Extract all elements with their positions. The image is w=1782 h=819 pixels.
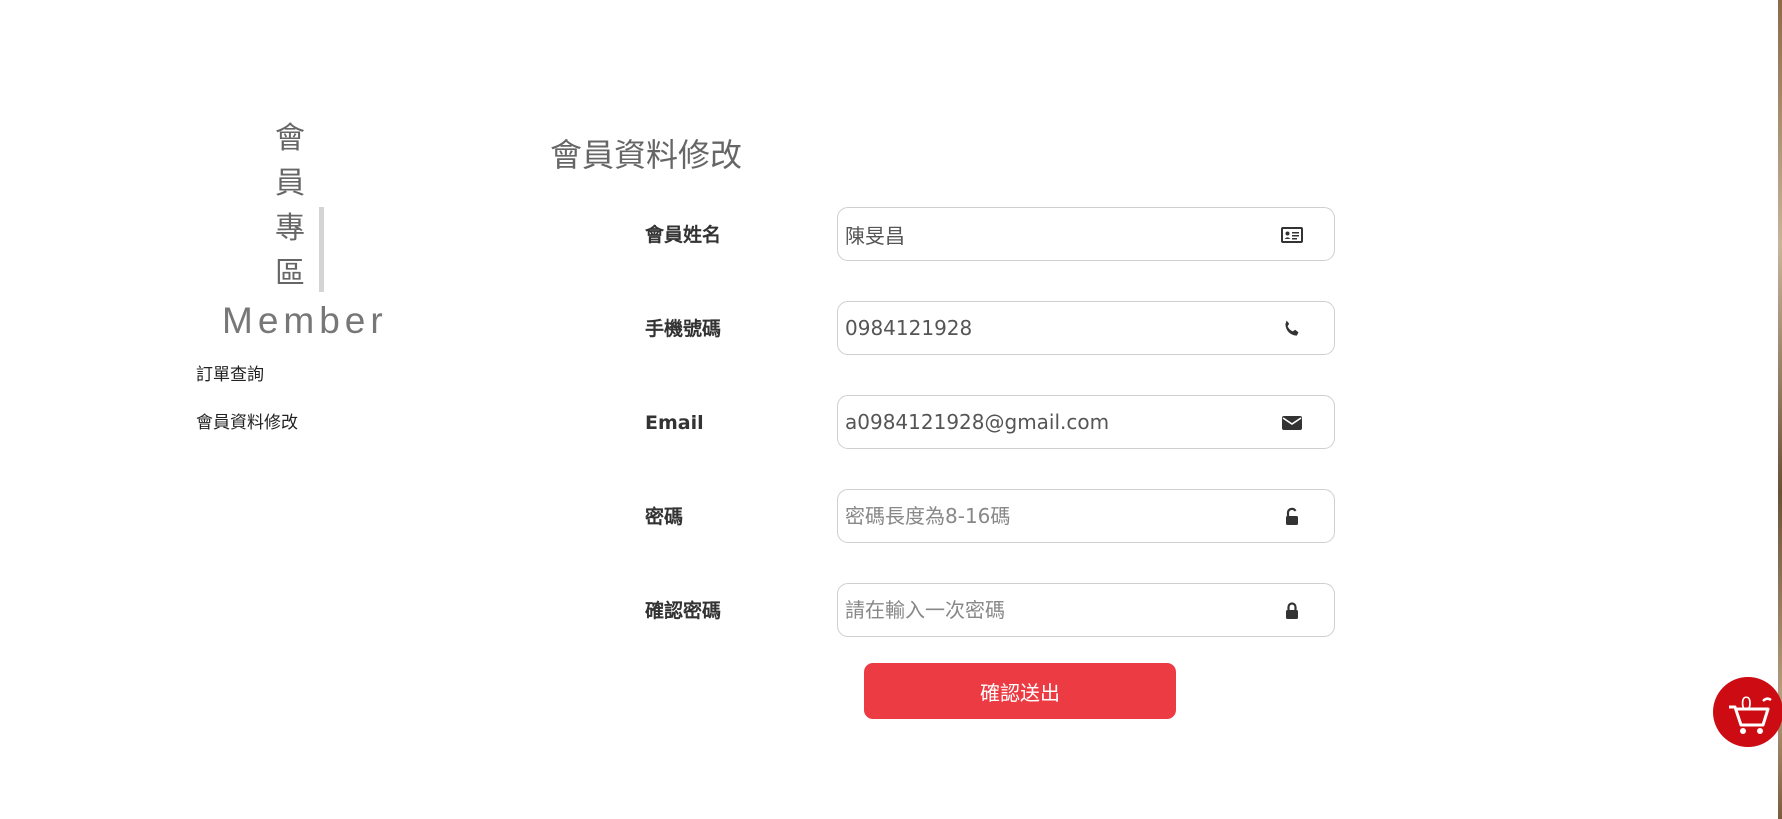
sidebar-title-char: 會 [275,121,305,156]
confirm-password-field-box [837,583,1335,637]
password-field-box [837,489,1335,543]
sidebar-menu: 訂單查詢 會員資料修改 [196,362,298,458]
page-title: 會員資料修改 [550,136,743,174]
form-row-confirm-password: 確認密碼 [645,583,1345,639]
name-input[interactable] [845,208,1265,260]
phone-label: 手機號碼 [645,318,722,340]
member-page: 會 員 專 區 Member 訂單查詢 會員資料修改 會員資料修改 會員姓名 手… [0,0,1782,819]
sidebar-subtitle: Member [222,300,388,341]
cart-count-badge: 0 [1741,694,1752,715]
sidebar-title-divider [319,207,324,292]
sidebar-title-char: 專 [275,211,305,246]
id-card-icon [1281,227,1303,243]
cart-button[interactable]: 0 [1713,677,1782,747]
confirm-password-label: 確認密碼 [645,600,722,622]
form-row-phone: 手機號碼 [645,301,1345,357]
form-row-name: 會員姓名 [645,207,1345,263]
email-label: Email [645,412,704,434]
password-input[interactable] [845,490,1265,542]
envelope-icon [1282,416,1302,430]
lock-icon [1286,602,1298,619]
sidebar-title: 會 員 專 區 [272,116,308,296]
password-label: 密碼 [645,506,684,528]
name-label: 會員姓名 [645,224,722,246]
phone-input[interactable] [845,302,1265,354]
name-field-box [837,207,1335,261]
email-input[interactable] [845,396,1265,448]
form-row-email: Email [645,395,1345,451]
sidebar-title-char: 員 [275,166,305,201]
phone-field-box [837,301,1335,355]
email-field-box [837,395,1335,449]
submit-button[interactable]: 確認送出 [864,663,1176,719]
sidebar-item-order-query[interactable]: 訂單查詢 [196,362,298,410]
sidebar-item-member-edit[interactable]: 會員資料修改 [196,410,298,458]
phone-icon [1285,320,1299,336]
form-row-password: 密碼 [645,489,1345,545]
unlock-icon [1286,507,1298,525]
sidebar-title-char: 區 [275,256,305,291]
confirm-password-input[interactable] [845,584,1265,636]
